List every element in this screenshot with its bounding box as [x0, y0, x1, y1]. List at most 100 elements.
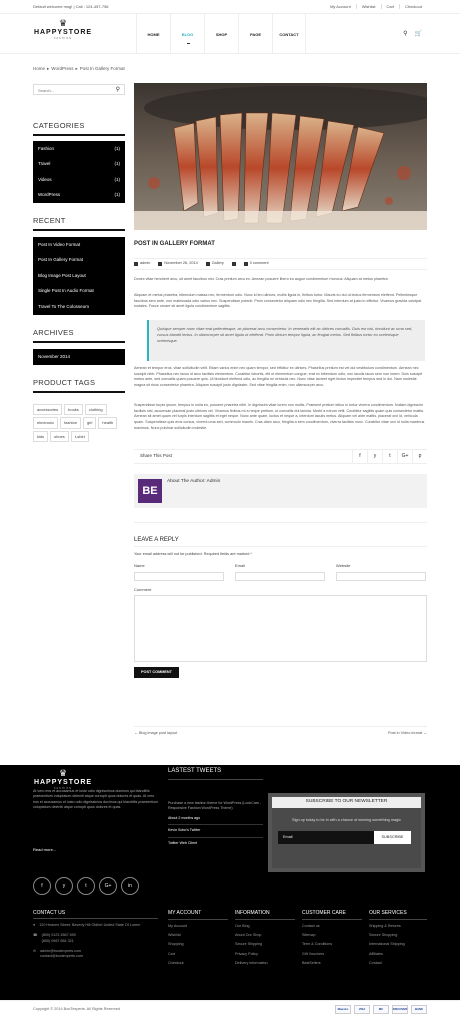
category-item[interactable]: Travel (1) [33, 157, 125, 173]
google-plus-icon[interactable]: G+ [99, 877, 117, 895]
tweet-client[interactable]: Twitter Web Client [168, 836, 263, 846]
author-avatar: BE [138, 479, 162, 503]
subscribe-button[interactable]: SUBSCRIBE [374, 831, 411, 844]
footer-link[interactable]: Sitemap [302, 931, 362, 940]
footer-link[interactable]: My Account [168, 922, 228, 931]
tag-item[interactable]: girl [83, 417, 97, 429]
my-account-link[interactable]: My Account [325, 4, 356, 9]
site-logo[interactable]: ♛ HAPPYSTORE FASHION [33, 19, 93, 41]
tag-item[interactable]: fashion [60, 417, 82, 429]
post-paragraph: Donec vitae hendrerit arcu, sit amet fau… [134, 277, 389, 281]
tag-item[interactable]: health [98, 417, 118, 429]
footer-link[interactable]: Secure Shipping [235, 940, 295, 949]
footer-link[interactable]: Wishlist [168, 931, 228, 940]
wishlist-link[interactable]: Wishlist [355, 4, 381, 10]
nav-shop[interactable]: SHOP [204, 14, 238, 54]
tumblr-icon[interactable]: t [77, 877, 95, 895]
footer-link[interactable]: Checkout [168, 959, 228, 968]
prev-post-link[interactable]: ← Blog image post layout [134, 731, 177, 736]
mastercard-icon: MC [373, 1005, 389, 1014]
newsletter-email-input[interactable]: Email [278, 831, 375, 844]
tag-item[interactable]: accessories [33, 404, 63, 416]
footer-link[interactable]: Privacy Policy [235, 950, 295, 959]
google-plus-icon[interactable]: G+ [397, 449, 412, 464]
post-comment-button[interactable]: POST COMMENT [134, 667, 179, 678]
name-field[interactable] [134, 572, 224, 581]
cart-icon[interactable]: 🛒 [415, 30, 422, 38]
archive-item[interactable]: November 2014 [33, 349, 125, 365]
twitter-icon[interactable]: y [55, 877, 73, 895]
tumblr-icon[interactable]: t [382, 449, 397, 464]
category-item[interactable]: WordPress (1) [33, 188, 125, 204]
breadcrumb-home[interactable]: Home [33, 66, 45, 71]
category-item[interactable]: Fashion (1) [33, 141, 125, 157]
next-post-link[interactable]: Post in Video format → [388, 731, 427, 736]
twitter-icon[interactable]: y [367, 449, 382, 464]
nav-blog[interactable]: BLOG [170, 14, 204, 54]
website-field[interactable] [336, 572, 426, 581]
pinterest-icon[interactable]: p [412, 449, 427, 464]
email-row[interactable]: ✉ admin@bootexperts.com contact@bootexpert… [33, 949, 158, 960]
footer-link[interactable]: International Shipping [369, 940, 427, 949]
facebook-icon[interactable]: f [33, 877, 51, 895]
meta-author[interactable]: admin [134, 261, 150, 266]
newsletter-title: SUBSCRIBE TO OUR NEWSLETTER [272, 797, 421, 808]
search-icon[interactable]: ⚲ [403, 30, 407, 38]
breadcrumb-wordpress[interactable]: WordPress [51, 66, 73, 71]
cart-link[interactable]: Cart [380, 4, 400, 10]
logo-name: HAPPYSTORE [33, 29, 93, 36]
footer-link[interactable]: Contact us [302, 922, 362, 931]
meta-tags [231, 262, 236, 266]
website-label: Website [336, 563, 351, 568]
meta-category[interactable]: Gallery [205, 261, 224, 266]
comment-field[interactable] [134, 595, 427, 662]
footer-link[interactable]: Term & Conditions [302, 940, 362, 949]
newsletter-message: Sign up today to be in with a chance of … [292, 818, 401, 822]
read-more-link[interactable]: Read more... [33, 847, 56, 852]
tag-item[interactable]: clothing [84, 404, 107, 416]
divider [134, 522, 427, 523]
phone-icon: ☎ [33, 933, 38, 938]
tweet-time[interactable]: About 2 months ago [168, 816, 263, 821]
footer-link[interactable]: BestSellers [302, 959, 362, 968]
meta-comments[interactable]: 0 comment [243, 261, 269, 266]
facebook-icon[interactable]: f [352, 449, 367, 464]
tag-item[interactable]: shoes [50, 430, 69, 443]
footer-link[interactable]: Affiliates [369, 950, 427, 959]
recent-item[interactable]: Post In Gallery Format [33, 253, 125, 269]
checkout-link[interactable]: Checkout [399, 4, 427, 10]
share-label: Share This Post [140, 453, 172, 459]
recent-item[interactable]: Blog Image Post Layout [33, 268, 125, 284]
footer-link[interactable]: Gift Vouchers [302, 950, 362, 959]
footer-link[interactable]: Contact [369, 959, 427, 968]
search-input[interactable]: Search... ⚲ [33, 84, 125, 95]
recent-item[interactable]: Single Post In Audio Format [33, 284, 125, 300]
post-paragraph: Aenean et tempor eros, vitae sollicitudi… [134, 366, 423, 388]
post-gallery-image[interactable] [134, 83, 427, 230]
tag-item[interactable]: books [64, 404, 83, 416]
header-icons: ⚲ 🛒 [403, 30, 422, 38]
nav-contact[interactable]: CONTACT [272, 14, 306, 54]
tag-item[interactable]: t-shirt [70, 430, 89, 443]
category-item[interactable]: Videos (1) [33, 172, 125, 188]
footer-link[interactable]: About Our Shop [235, 931, 295, 940]
linkedin-icon[interactable]: in [121, 877, 139, 895]
nav-page[interactable]: PAGE [238, 14, 272, 54]
recent-item[interactable]: Travel To The Colosseum [33, 299, 125, 315]
footer-link[interactable]: Shipping & Returns [369, 922, 427, 931]
tag-item[interactable]: kids [33, 430, 49, 443]
footer-link[interactable]: Cart [168, 950, 228, 959]
email-field[interactable] [235, 572, 325, 581]
footer-link[interactable]: Our Blog [235, 922, 295, 931]
search-icon[interactable]: ⚲ [116, 86, 120, 94]
footer-logo[interactable]: ♛ HAPPYSTORE FASHION [33, 769, 93, 791]
footer-link[interactable]: Secure Shopping [369, 931, 427, 940]
recent-item[interactable]: Post In Video Format [33, 237, 125, 253]
tag-item[interactable]: electronic [33, 417, 59, 429]
author-label[interactable]: About The Author: Admin [167, 479, 220, 485]
footer-link[interactable]: Shopping [168, 940, 228, 949]
tweet-from[interactable]: Kevin Sobo's Twitter [168, 824, 263, 833]
footer-link[interactable]: Delivery information [235, 959, 295, 968]
nav-home[interactable]: HOME [136, 14, 170, 54]
footer-about: At vero eos et accusamus et iusto odio d… [33, 789, 159, 810]
